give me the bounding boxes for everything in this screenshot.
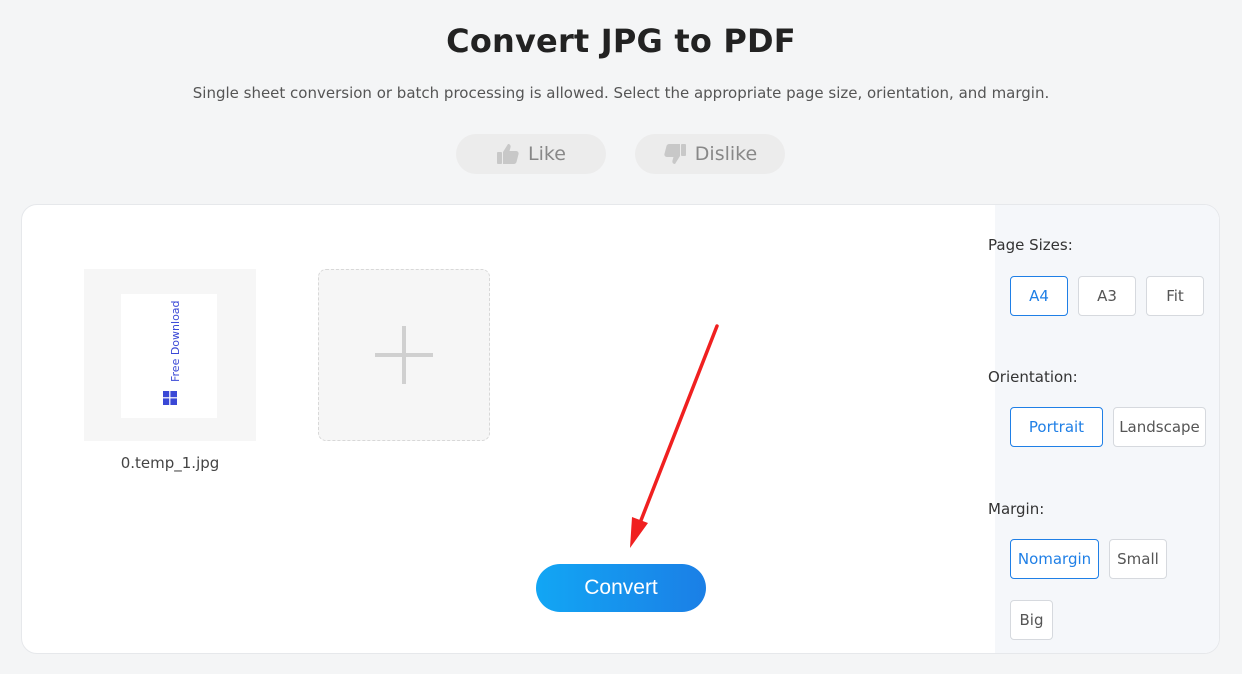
page-subtitle: Single sheet conversion or batch process… bbox=[192, 84, 1050, 102]
orientation-label: Orientation: bbox=[988, 368, 1078, 386]
like-label: Like bbox=[528, 143, 566, 165]
thumbnail-page-preview: Free Download bbox=[121, 294, 217, 418]
page-size-a4-button[interactable]: A4 bbox=[1010, 276, 1068, 316]
file-thumbnail[interactable]: Free Download bbox=[84, 269, 256, 441]
orientation-portrait-button[interactable]: Portrait bbox=[1010, 407, 1103, 447]
margin-label: Margin: bbox=[988, 500, 1045, 518]
dislike-button[interactable]: Dislike bbox=[635, 134, 785, 174]
page-size-fit-button[interactable]: Fit bbox=[1146, 276, 1204, 316]
margin-nomargin-button[interactable]: Nomargin bbox=[1010, 539, 1099, 579]
orientation-landscape-button[interactable]: Landscape bbox=[1113, 407, 1206, 447]
thumbnail-preview-text: Free Download bbox=[169, 300, 182, 382]
windows-logo-icon bbox=[163, 391, 177, 405]
margin-small-button[interactable]: Small bbox=[1109, 539, 1167, 579]
dislike-label: Dislike bbox=[694, 143, 758, 165]
convert-button[interactable]: Convert bbox=[536, 564, 706, 612]
margin-big-button[interactable]: Big bbox=[1010, 600, 1053, 640]
plus-icon bbox=[375, 326, 433, 384]
page-sizes-label: Page Sizes: bbox=[988, 236, 1073, 254]
thumbs-up-icon bbox=[496, 142, 520, 166]
page-size-a3-button[interactable]: A3 bbox=[1078, 276, 1136, 316]
thumbs-down-icon bbox=[663, 142, 687, 166]
like-button[interactable]: Like bbox=[456, 134, 606, 174]
file-name: 0.temp_1.jpg bbox=[120, 454, 220, 472]
page-title: Convert JPG to PDF bbox=[446, 22, 796, 60]
add-file-button[interactable] bbox=[318, 269, 490, 441]
